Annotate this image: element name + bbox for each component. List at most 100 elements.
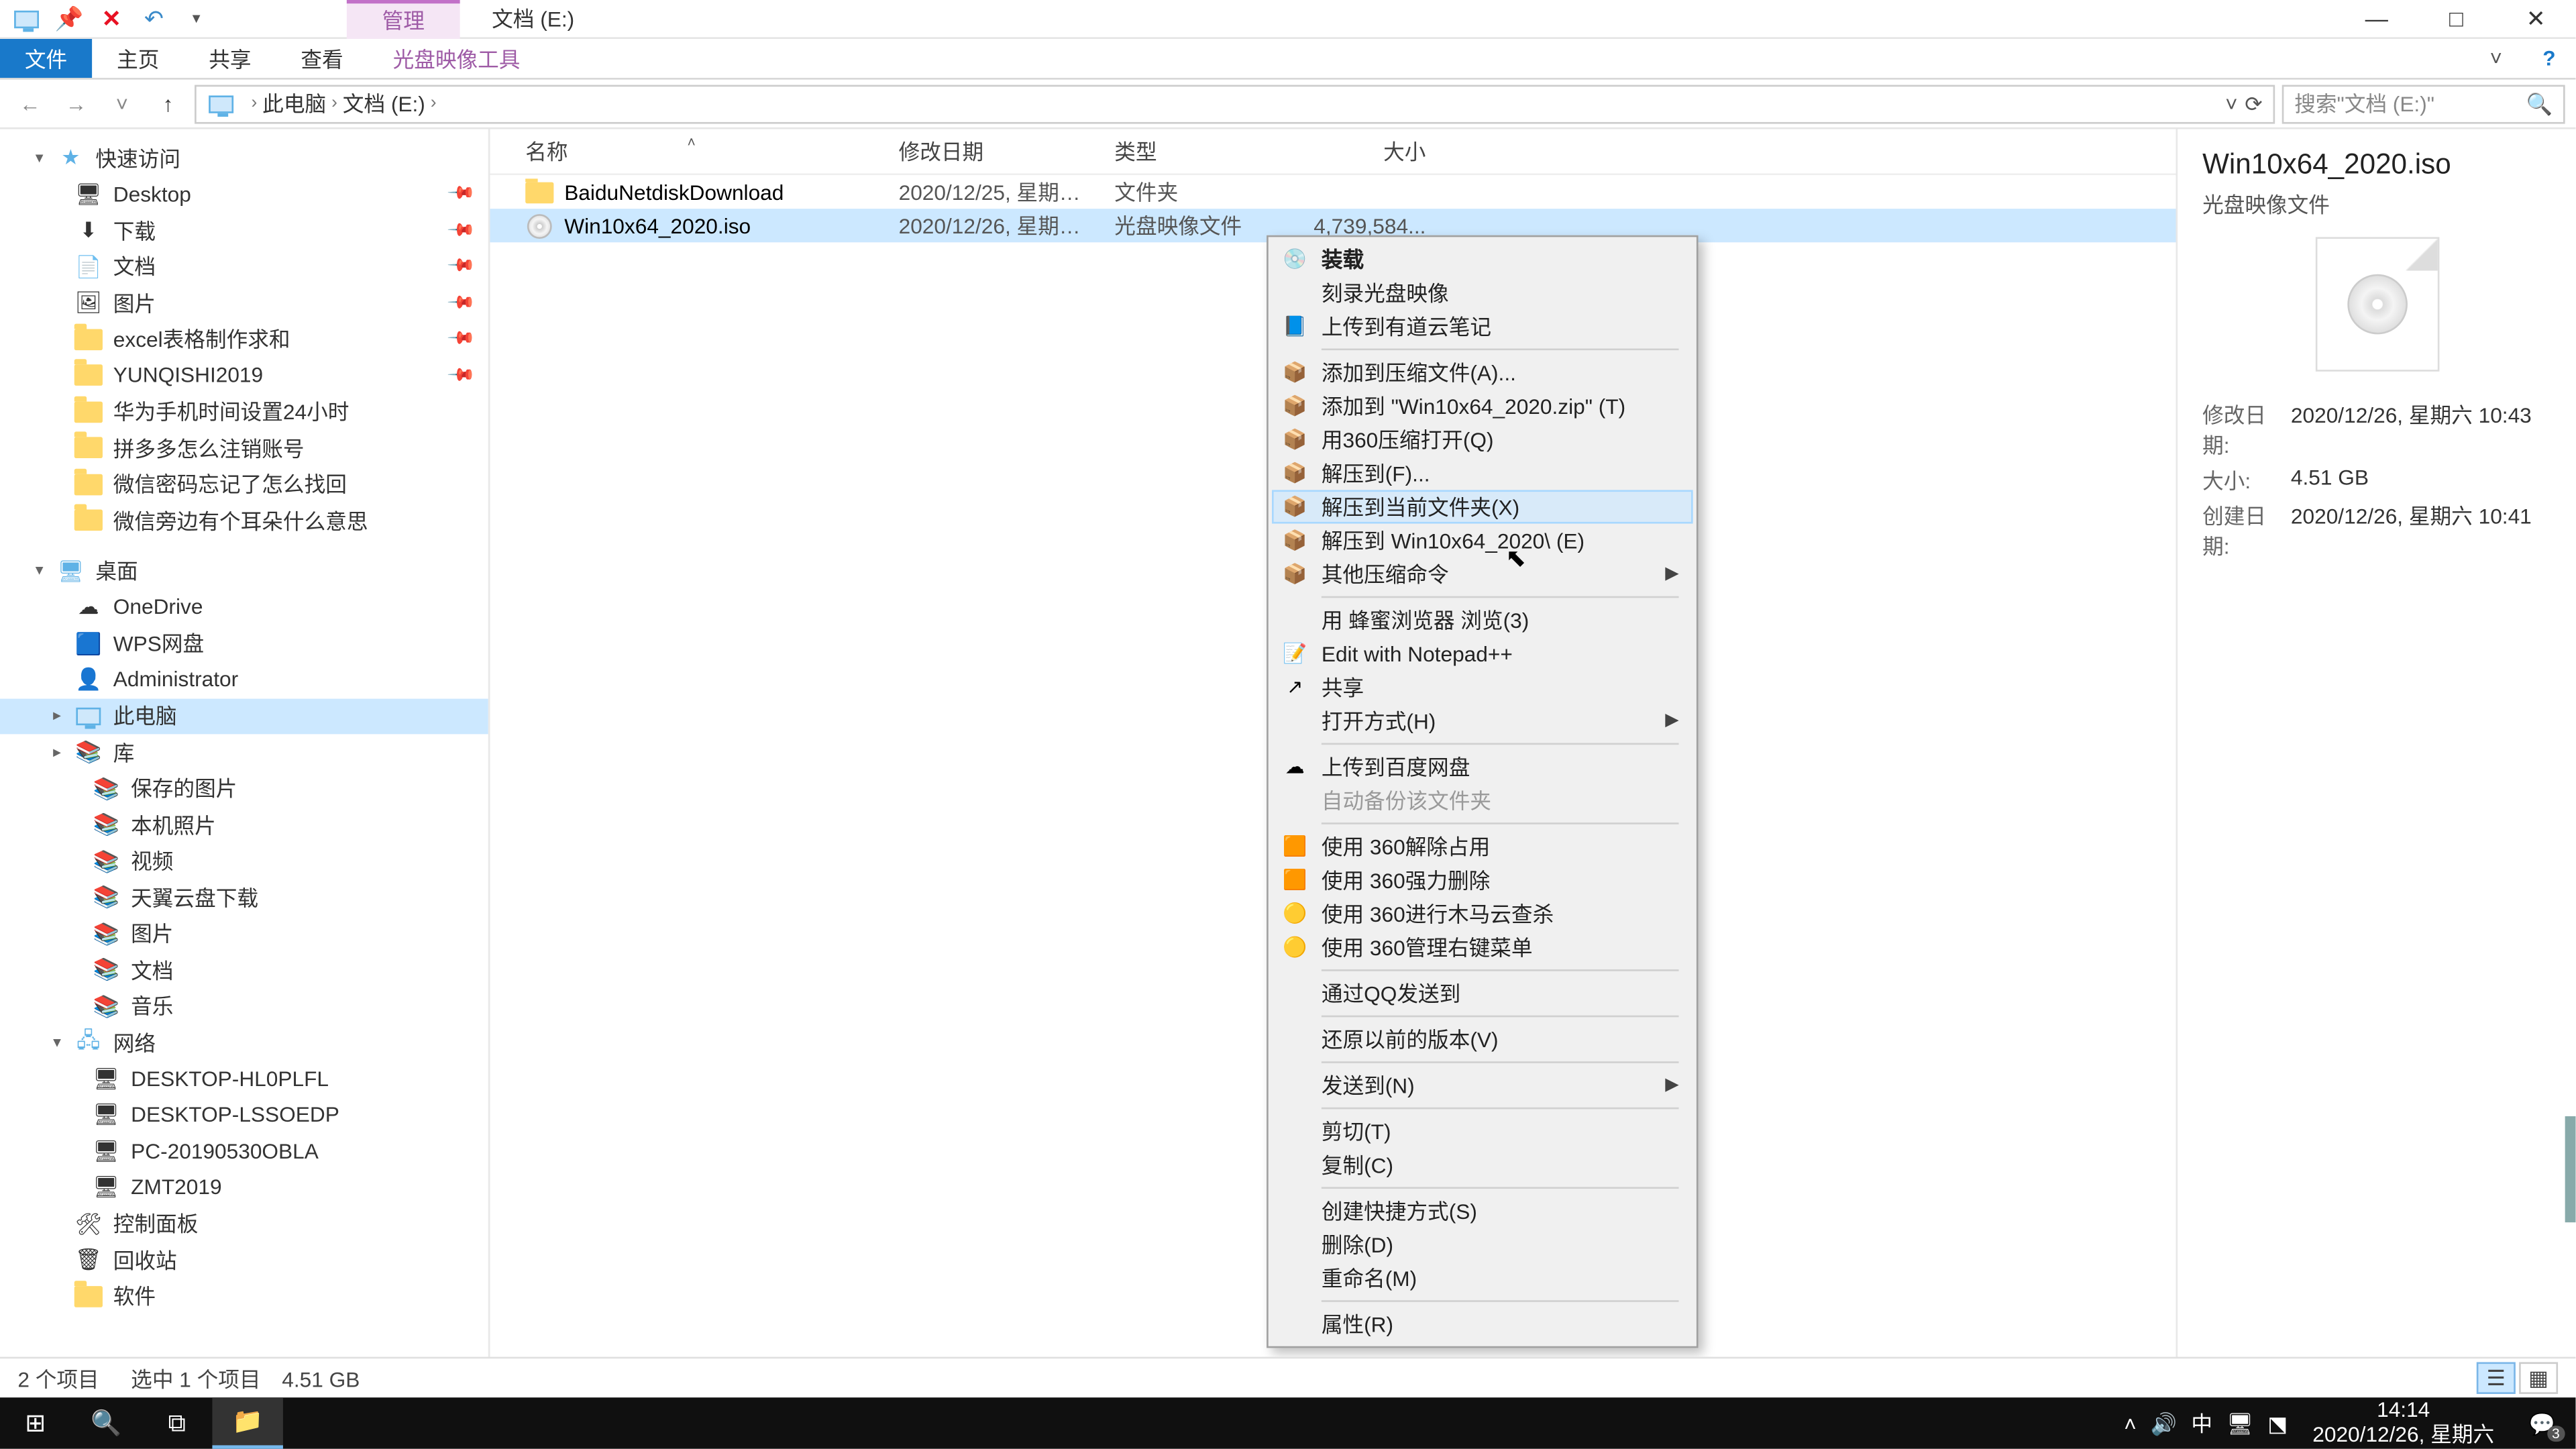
menu-item[interactable]: 通过QQ发送到 xyxy=(1272,977,1693,1010)
tree-network-item[interactable]: 🖥 DESKTOP-HL0PLFL xyxy=(0,1061,488,1097)
view-details-button[interactable]: ☰ xyxy=(2477,1362,2516,1393)
tree-quick-item[interactable]: ⬇ 下载 📌 xyxy=(0,212,488,248)
taskbar-search-button[interactable]: 🔍 xyxy=(70,1397,141,1448)
tree-library-item[interactable]: 📚 视频 xyxy=(0,843,488,879)
tree-desktop[interactable]: ▾ 🖥 桌面 xyxy=(0,553,488,589)
right-edge-handle[interactable] xyxy=(2565,1116,2576,1222)
tree-network-item[interactable]: 🖥 ZMT2019 xyxy=(0,1169,488,1205)
twisty-icon[interactable]: ▾ xyxy=(53,1032,70,1052)
twisty-icon[interactable]: ▾ xyxy=(36,148,53,168)
menu-item[interactable]: ☁ 上传到百度网盘 xyxy=(1272,750,1693,784)
tree-quick-access[interactable]: ▾ ★ 快速访问 xyxy=(0,140,488,176)
qat-undo-icon[interactable]: ↶ xyxy=(134,1,173,36)
nav-history-button[interactable]: ˅ xyxy=(103,84,142,123)
tree-library-item[interactable]: 📚 文档 xyxy=(0,952,488,988)
menu-item[interactable]: 🟡 使用 360管理右键菜单 xyxy=(1272,930,1693,964)
twisty-icon[interactable]: ▸ xyxy=(53,706,70,726)
breadcrumb-box[interactable]: › 此电脑 › 文档 (E:) › ˅ ⟳ xyxy=(195,84,2275,123)
tree-quick-item[interactable]: excel表格制作求和 📌 xyxy=(0,321,488,358)
tree-desktop-item[interactable]: ☁ OneDrive xyxy=(0,589,488,625)
menu-item[interactable]: 📦 其他压缩命令 ▶ xyxy=(1272,557,1693,591)
tree-quick-item[interactable]: 🖼 图片 📌 xyxy=(0,285,488,321)
tree-quick-item[interactable]: 拼多多怎么注销账号 xyxy=(0,430,488,466)
tree-quick-item[interactable]: 微信旁边有个耳朵什么意思 xyxy=(0,502,488,539)
tree-library-item[interactable]: 📚 保存的图片 xyxy=(0,770,488,806)
menu-item[interactable]: 📦 用360压缩打开(Q) xyxy=(1272,423,1693,456)
menu-item[interactable]: 用 蜂蜜浏览器 浏览(3) xyxy=(1272,603,1693,637)
start-button[interactable]: ⊞ xyxy=(0,1397,70,1448)
tree-quick-item[interactable]: 🖥 Desktop 📌 xyxy=(0,176,488,212)
taskbar-explorer-button[interactable]: 📁 xyxy=(212,1397,282,1448)
tray-security-icon[interactable]: ⬔ xyxy=(2267,1411,2288,1436)
tree-desktop-item[interactable]: 🟦 WPS网盘 xyxy=(0,625,488,661)
menu-item[interactable]: 复制(C) xyxy=(1272,1148,1693,1181)
menu-item[interactable]: ↗ 共享 xyxy=(1272,670,1693,704)
menu-item[interactable]: 打开方式(H) ▶ xyxy=(1272,704,1693,738)
search-icon[interactable]: 🔍 xyxy=(2526,91,2553,116)
menu-item[interactable]: 📝 Edit with Notepad++ xyxy=(1272,637,1693,670)
file-row[interactable]: BaiduNetdiskDownload 2020/12/25, 星期五 1..… xyxy=(490,175,2176,209)
tree-quick-item[interactable]: 微信密码忘记了怎么找回 xyxy=(0,466,488,502)
nav-back-button[interactable]: ← xyxy=(11,84,50,123)
tree-desktop-item[interactable]: ▸ 此电脑 xyxy=(0,698,488,734)
tray-network-icon[interactable]: 🖥 xyxy=(2226,1411,2253,1436)
col-type[interactable]: 类型 xyxy=(1100,136,1298,166)
nav-forward-button[interactable]: → xyxy=(56,84,95,123)
tab-home[interactable]: 主页 xyxy=(92,39,184,78)
tree-library-item[interactable]: 📚 音乐 xyxy=(0,988,488,1024)
tab-file[interactable]: 文件 xyxy=(0,39,92,78)
breadcrumb-this-pc[interactable]: 此电脑 xyxy=(262,89,326,119)
tab-view[interactable]: 查看 xyxy=(276,39,368,78)
breadcrumb-drive-e[interactable]: 文档 (E:) xyxy=(343,89,425,119)
menu-item[interactable]: 📦 添加到压缩文件(A)... xyxy=(1272,356,1693,389)
tree-software[interactable]: 软件 xyxy=(0,1278,488,1314)
menu-item[interactable]: 属性(R) xyxy=(1272,1307,1693,1341)
tree-library-item[interactable]: 📚 图片 xyxy=(0,916,488,952)
menu-item[interactable]: 🟧 使用 360强力删除 xyxy=(1272,863,1693,897)
address-refresh-icon[interactable]: ⟳ xyxy=(2245,91,2263,116)
view-thumbnails-button[interactable]: ▦ xyxy=(2519,1362,2558,1393)
menu-item[interactable]: 🟡 使用 360进行木马云查杀 xyxy=(1272,897,1693,930)
tree-quick-item[interactable]: YUNQISHI2019 📌 xyxy=(0,358,488,394)
close-button[interactable]: ✕ xyxy=(2496,0,2576,38)
menu-item[interactable]: 📦 解压到(F)... xyxy=(1272,456,1693,490)
help-icon[interactable]: ? xyxy=(2522,39,2575,78)
tree-desktop-item[interactable]: 👤 Administrator xyxy=(0,661,488,698)
menu-item[interactable]: 📦 添加到 "Win10x64_2020.zip" (T) xyxy=(1272,389,1693,423)
ribbon-expand-icon[interactable]: ˅ xyxy=(2469,39,2522,78)
tree-network[interactable]: ▾ 🖧 网络 xyxy=(0,1024,488,1061)
menu-item[interactable]: 💿 装载 xyxy=(1272,242,1693,276)
nav-up-button[interactable]: ↑ xyxy=(149,84,188,123)
menu-item[interactable]: 剪切(T) xyxy=(1272,1114,1693,1148)
menu-item[interactable]: 删除(D) xyxy=(1272,1228,1693,1261)
tab-disc-image-tools[interactable]: 光盘映像工具 xyxy=(368,39,545,78)
menu-item[interactable]: 还原以前的版本(V) xyxy=(1272,1022,1693,1056)
tree-recycle-bin[interactable]: 🗑 回收站 xyxy=(0,1242,488,1278)
search-input[interactable]: 搜索"文档 (E:)" 🔍 xyxy=(2282,84,2565,123)
taskbar-clock[interactable]: 14:14 2020/12/26, 星期六 xyxy=(2302,1400,2505,1447)
col-size[interactable]: 大小 xyxy=(1299,136,1458,166)
tree-library-item[interactable]: 📚 本机照片 xyxy=(0,806,488,843)
menu-item[interactable]: 重命名(M) xyxy=(1272,1261,1693,1295)
menu-item[interactable]: 刻录光盘映像 xyxy=(1272,276,1693,309)
action-center-button[interactable]: 💬 3 xyxy=(2519,1403,2565,1442)
qat-pin-icon[interactable]: 📌 xyxy=(50,1,89,36)
col-date[interactable]: 修改日期 xyxy=(885,136,1101,166)
menu-item[interactable]: 📦 解压到当前文件夹(X) xyxy=(1272,490,1693,523)
qat-delete-icon[interactable]: ✕ xyxy=(92,1,131,36)
qat-app-icon[interactable] xyxy=(7,1,46,36)
task-view-button[interactable]: ⧉ xyxy=(142,1397,212,1448)
tree-quick-item[interactable]: 📄 文档 📌 xyxy=(0,248,488,284)
tree-library-item[interactable]: 📚 天翼云盘下载 xyxy=(0,879,488,916)
tree-network-item[interactable]: 🖥 DESKTOP-LSSOEDP xyxy=(0,1097,488,1133)
tray-overflow-icon[interactable]: ˄ xyxy=(2124,1411,2137,1436)
col-name[interactable]: ˄名称 xyxy=(490,136,884,166)
twisty-icon[interactable]: ▸ xyxy=(53,743,70,762)
menu-item[interactable]: 创建快捷方式(S) xyxy=(1272,1194,1693,1228)
tray-ime-icon[interactable]: 中 xyxy=(2191,1408,2212,1438)
tab-share[interactable]: 共享 xyxy=(184,39,276,78)
menu-item[interactable]: 🟧 使用 360解除占用 xyxy=(1272,830,1693,863)
tree-control-panel[interactable]: 🛠 控制面板 xyxy=(0,1205,488,1242)
qat-dropdown-icon[interactable]: ▾ xyxy=(177,1,216,36)
twisty-icon[interactable]: ▾ xyxy=(36,561,53,581)
